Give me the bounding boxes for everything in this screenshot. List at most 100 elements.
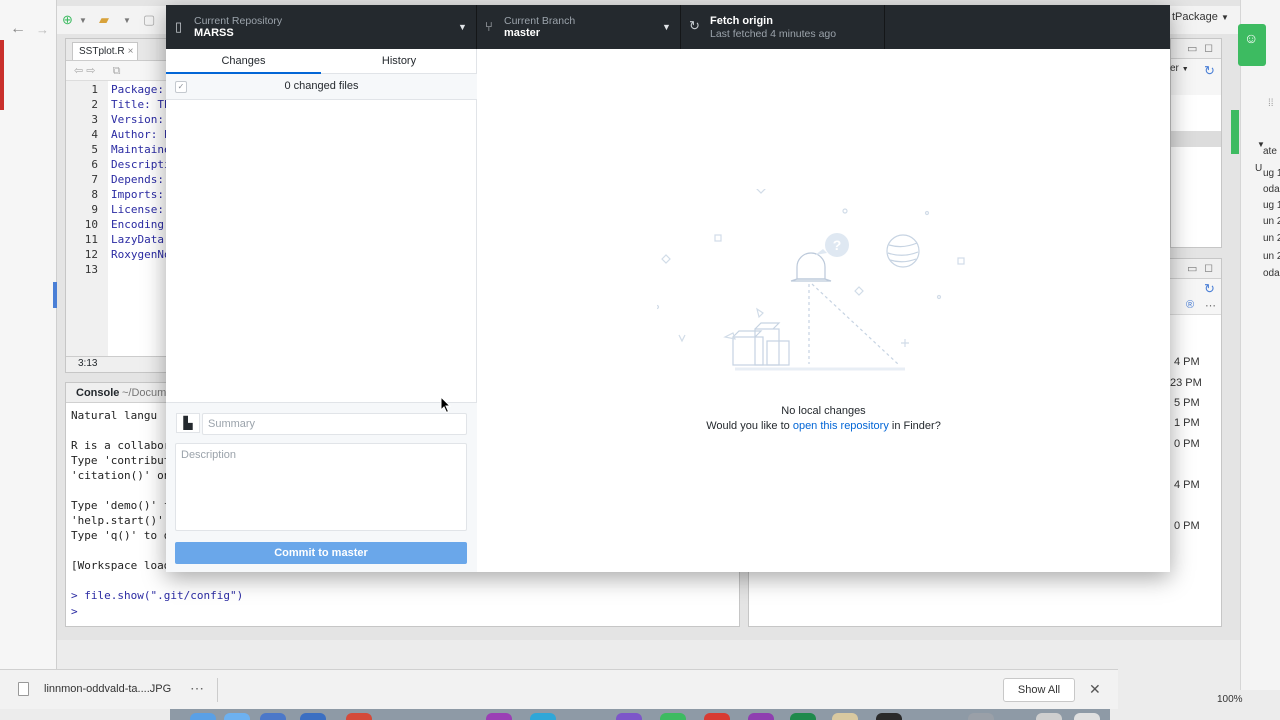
trash-icon[interactable] — [1074, 713, 1100, 720]
app-icon[interactable] — [748, 713, 774, 720]
r-file-icon[interactable]: ® — [1186, 299, 1194, 311]
chevron-down-icon[interactable]: ▼ — [79, 16, 87, 25]
console-line: Type 'q()' to q — [71, 529, 171, 542]
project-menu[interactable]: tPackage ▼ — [1172, 11, 1229, 23]
file-modified-time: 4 PM — [1174, 356, 1200, 368]
open-folder-icon[interactable]: ▰ — [99, 12, 109, 28]
show-in-window-icon[interactable]: ⧉ — [113, 65, 121, 77]
code-line: Version: — [111, 113, 164, 126]
source-tabbar: SSTplot.R × — [66, 39, 172, 61]
refresh-icon[interactable]: ↻ — [1204, 281, 1215, 297]
mouse-cursor-icon — [440, 396, 452, 414]
app-icon[interactable] — [790, 713, 816, 720]
current-branch-button[interactable]: ⑂ Current Branch master ▼ — [477, 5, 681, 49]
line-number: 7 — [91, 173, 98, 186]
code-line: Package: — [111, 83, 164, 96]
branch-label: Current Branch — [504, 15, 576, 27]
forward-arrow-icon[interactable]: ⇨ — [86, 65, 95, 77]
console-line: R is a collabor — [71, 439, 171, 452]
download-filename[interactable]: linnmon-oddvald-ta....JPG — [44, 683, 171, 695]
close-icon[interactable]: × — [128, 46, 134, 57]
changed-files-count: 0 changed files — [284, 80, 359, 92]
console-command: > file.show(".git/config") — [71, 589, 244, 602]
refresh-icon[interactable]: ↻ — [1204, 63, 1215, 79]
fetch-origin-button[interactable]: ↻ Fetch origin Last fetched 4 minutes ag… — [681, 5, 885, 49]
file-modified-time: 23 PM — [1170, 377, 1202, 389]
chevron-down-icon[interactable]: ▼ — [123, 16, 131, 25]
commit-button[interactable]: Commit to master — [175, 542, 467, 564]
environment-row — [1171, 131, 1221, 147]
tab-history[interactable]: History — [321, 49, 477, 74]
console-line: Type 'demo()' f — [71, 499, 171, 512]
environment-dropdown-label: er — [1170, 63, 1179, 74]
console-line: [Workspace load — [71, 559, 171, 572]
dock — [170, 709, 1110, 720]
code-line: Depends: — [111, 173, 164, 186]
app-icon[interactable] — [704, 713, 730, 720]
app-icon[interactable] — [1036, 713, 1062, 720]
no-changes-view: ? No local changes Would you like to ope… — [477, 49, 1170, 572]
app-icon[interactable] — [832, 713, 858, 720]
description-input[interactable] — [175, 443, 467, 531]
app-icon[interactable] — [260, 713, 286, 720]
downloads-bar: linnmon-oddvald-ta....JPG ⋯ Show All ✕ — [0, 669, 1118, 709]
file-modified-time: 5 PM — [1174, 397, 1200, 409]
save-icon[interactable]: ▢ — [143, 12, 155, 28]
line-number: 8 — [91, 188, 98, 201]
current-repository-button[interactable]: ▯ Current Repository MARSS ▼ — [166, 5, 477, 49]
app-icon[interactable] — [300, 713, 326, 720]
line-number: 11 — [84, 233, 98, 246]
finder-icon[interactable] — [190, 713, 216, 720]
minimize-icon[interactable]: ▭ — [1187, 262, 1197, 275]
environment-dropdown[interactable]: er ▼ — [1170, 63, 1189, 74]
column-header: ate — [1263, 146, 1277, 157]
new-file-icon[interactable]: ⊕ — [62, 12, 73, 28]
more-options-icon[interactable]: ⋯ — [1205, 299, 1216, 312]
console-line: Type 'contribut — [71, 454, 171, 467]
more-options-icon[interactable]: ⋯ — [190, 680, 204, 697]
app-icon[interactable] — [530, 713, 556, 720]
commit-area: ▙ Commit to master — [166, 402, 477, 572]
console-title: Console — [76, 387, 120, 399]
show-all-button[interactable]: Show All — [1003, 678, 1075, 702]
console-line: Natural langu — [71, 409, 158, 422]
chevron-down-icon: ▼ — [662, 22, 671, 32]
maximize-icon[interactable]: ◻ — [1204, 261, 1213, 274]
code-line: Descripti — [111, 158, 171, 171]
app-icon[interactable] — [346, 713, 372, 720]
terminal-icon[interactable] — [876, 713, 902, 720]
tab-indicator — [53, 282, 57, 308]
line-number: 3 — [91, 113, 98, 126]
open-in-finder-link[interactable]: open this repository — [793, 420, 889, 432]
browser-left-strip: ← → — [0, 0, 57, 670]
maximize-icon[interactable]: ◻ — [1204, 41, 1213, 54]
app-icon[interactable] — [224, 713, 250, 720]
file-modified-time: 0 PM — [1174, 520, 1200, 532]
minimize-icon[interactable]: ▭ — [1187, 42, 1197, 55]
smiley-icon[interactable]: ☺ — [1238, 24, 1266, 66]
back-arrow-icon[interactable]: ⇦ — [74, 65, 83, 77]
app-icon[interactable] — [616, 713, 642, 720]
line-number: 4 — [91, 128, 98, 141]
changes-list-header: ✓ 0 changed files — [166, 74, 477, 100]
close-icon[interactable]: ✕ — [1089, 681, 1101, 698]
list-cell: oda — [1263, 184, 1280, 195]
app-icon[interactable] — [660, 713, 686, 720]
app-icon[interactable] — [968, 713, 994, 720]
fetch-title: Fetch origin — [710, 15, 773, 27]
empty-state-suffix: in Finder? — [891, 420, 941, 432]
forward-arrow-icon[interactable]: → — [36, 22, 49, 37]
github-desktop-window: ▯ Current Repository MARSS ▼ ⑂ Current B… — [166, 5, 1170, 572]
code-line: RoxygenNo — [111, 248, 171, 261]
summary-input[interactable] — [202, 413, 467, 435]
grid-icon[interactable]: ⁞⁞ — [1268, 98, 1274, 109]
list-cell: ug 1 — [1263, 200, 1280, 211]
line-number: 2 — [91, 98, 98, 111]
back-arrow-icon[interactable]: ← — [10, 20, 26, 38]
file-modified-time: 0 PM — [1174, 438, 1200, 450]
app-icon[interactable] — [486, 713, 512, 720]
zoom-level: 100% — [1217, 694, 1243, 705]
tab-changes[interactable]: Changes — [166, 49, 321, 74]
source-tab[interactable]: SSTplot.R × — [72, 42, 139, 60]
console-prompt[interactable]: > — [71, 605, 78, 618]
